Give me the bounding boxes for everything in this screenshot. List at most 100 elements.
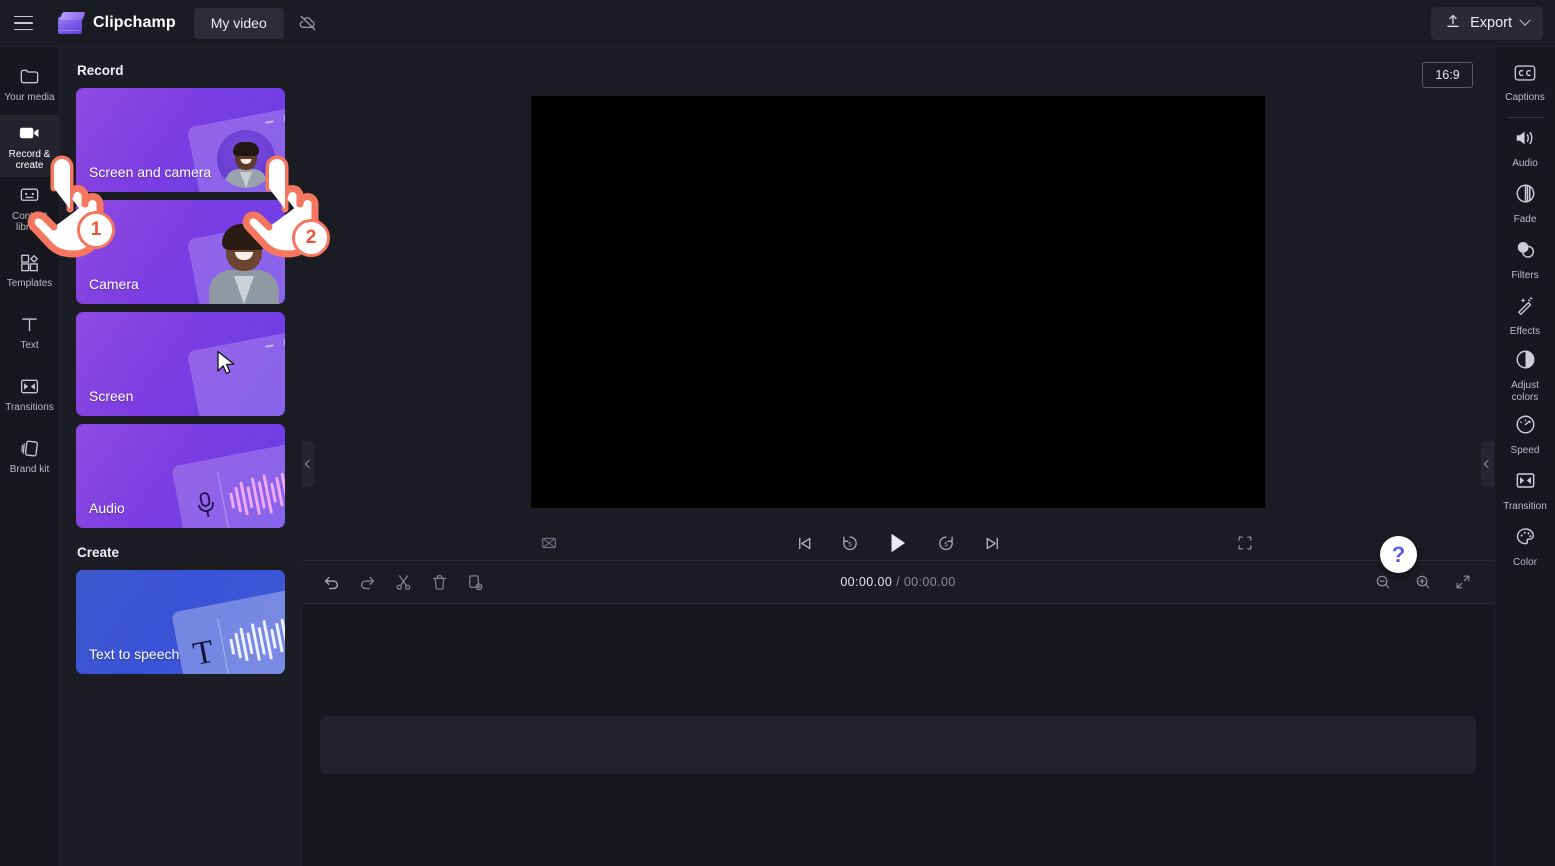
tool-transition[interactable]: Transition [1495, 463, 1555, 519]
right-properties-rail: Captions Audio [1494, 47, 1555, 866]
fit-to-screen-button[interactable] [1448, 567, 1478, 597]
sidebar-item-your-media[interactable]: Your media [0, 53, 59, 115]
chevron-down-icon [1519, 15, 1530, 26]
text-t-glyph-icon: T [191, 636, 217, 672]
fade-circle-icon [1514, 182, 1537, 210]
half-filled-circle-icon [1514, 348, 1537, 376]
tool-effects[interactable]: Effects [1495, 288, 1555, 344]
sidebar-item-text[interactable]: Text [0, 301, 59, 363]
preview-stage: 16:9 [302, 47, 1494, 560]
rewind-5-seconds-icon[interactable]: 5 [835, 528, 865, 558]
left-navigation-rail: Your media Record & create [0, 47, 60, 866]
current-time: 00:00.00 [840, 575, 892, 589]
section-title-create: Create [77, 545, 285, 560]
tool-fade[interactable]: Fade [1495, 176, 1555, 232]
body-row: Your media Record & create [0, 47, 1555, 866]
card-label: Audio [89, 500, 125, 516]
mouse-pointer-icon [215, 350, 239, 382]
duplicate-button[interactable] [460, 567, 490, 597]
project-title-button[interactable]: My video [194, 8, 284, 39]
tool-label: Speed [1511, 445, 1540, 457]
tool-label: Captions [1505, 92, 1544, 104]
tool-label: Audio [1512, 158, 1538, 170]
sidebar-item-content-library[interactable]: Content library [0, 177, 59, 239]
sidebar-label: Templates [7, 278, 53, 290]
transition-icon [1514, 469, 1537, 497]
zoom-in-button[interactable] [1408, 567, 1438, 597]
card-label: Screen [89, 388, 133, 404]
export-label: Export [1470, 15, 1512, 31]
webcam-bubble-art [217, 130, 275, 188]
magic-wand-icon [1514, 294, 1537, 322]
text-waveform-art: T [171, 585, 285, 674]
top-bar: Clipchamp My video Export [0, 0, 1555, 47]
sidebar-label: Record & create [1, 149, 59, 172]
export-button[interactable]: Export [1431, 7, 1543, 40]
sidebar-label: Text [20, 340, 38, 352]
microphone-icon [193, 489, 221, 528]
tool-adjust-colors[interactable]: Adjust colors [1495, 344, 1555, 407]
step-1-badge: 1 [77, 211, 115, 249]
card-audio[interactable]: Audio [76, 424, 285, 528]
speaker-icon [1513, 127, 1537, 154]
forward-5-seconds-icon[interactable]: 5 [931, 528, 961, 558]
brand-name: Clipchamp [93, 14, 176, 32]
play-button[interactable] [881, 526, 915, 560]
tool-speed[interactable]: Speed [1495, 407, 1555, 463]
chevron-left-icon [1483, 460, 1491, 468]
total-time: 00:00.00 [904, 575, 956, 589]
undo-button[interactable] [316, 567, 346, 597]
sidebar-item-templates[interactable]: Templates [0, 239, 59, 301]
step-2-badge: 2 [292, 219, 330, 257]
folder-icon [18, 64, 41, 88]
sidebar-label: Content library [1, 211, 59, 234]
timeline-toolbar: 00:00.00 / 00:00.00 [302, 560, 1494, 604]
section-title-record: Record [77, 63, 285, 78]
video-camera-icon [17, 121, 42, 145]
sidebar-label: Transitions [5, 402, 54, 414]
card-label: Camera [89, 276, 139, 292]
hamburger-menu-icon[interactable] [0, 0, 46, 46]
panel-collapse-handle-right[interactable] [1481, 441, 1494, 487]
sidebar-item-record-create[interactable]: Record & create [0, 115, 59, 177]
transitions-icon [18, 374, 41, 398]
video-preview-canvas[interactable] [531, 96, 1265, 508]
skip-next-icon[interactable] [977, 528, 1007, 558]
tool-label: Transition [1503, 501, 1547, 513]
sidebar-item-brand-kit[interactable]: Brand kit [0, 425, 59, 487]
redo-button[interactable] [352, 567, 382, 597]
tool-captions[interactable]: Captions [1495, 55, 1555, 111]
panel-collapse-handle-left[interactable] [302, 441, 315, 487]
fullscreen-icon[interactable] [1230, 528, 1260, 558]
center-area: 16:9 [302, 47, 1494, 866]
waveform-art [226, 611, 285, 669]
sidebar-item-transitions[interactable]: Transitions [0, 363, 59, 425]
help-button[interactable]: ? [1380, 536, 1417, 573]
delete-button[interactable] [424, 567, 454, 597]
tool-label: Adjust colors [1497, 380, 1553, 403]
tool-label: Effects [1510, 326, 1540, 338]
empty-track-placeholder[interactable] [320, 716, 1476, 774]
tool-color[interactable]: Color [1495, 519, 1555, 575]
card-screen-and-camera[interactable]: Screen and camera [76, 88, 285, 192]
templates-icon [18, 250, 41, 274]
cloud-off-icon[interactable] [292, 7, 324, 39]
aspect-ratio-button[interactable]: 16:9 [1422, 62, 1473, 88]
clipchamp-logo-icon [58, 12, 84, 34]
card-text-to-speech[interactable]: T Text to speech [76, 570, 285, 674]
record-create-panel: Record Screen and camera Camera [60, 47, 302, 866]
chevron-left-icon [304, 460, 312, 468]
tool-audio[interactable]: Audio [1495, 120, 1555, 176]
card-label: Text to speech [89, 646, 179, 662]
card-label: Screen and camera [89, 164, 211, 180]
split-button[interactable] [388, 567, 418, 597]
rail-divider [1507, 117, 1544, 118]
skip-previous-icon[interactable] [789, 528, 819, 558]
clipchamp-editor: Clipchamp My video Export [0, 0, 1555, 866]
card-screen[interactable]: Screen [76, 312, 285, 416]
person-portrait-art [207, 224, 281, 304]
question-mark-icon: ? [1392, 544, 1405, 566]
tool-label: Color [1513, 557, 1537, 569]
timeline-tracks-area[interactable] [302, 604, 1494, 866]
tool-filters[interactable]: Filters [1495, 232, 1555, 288]
